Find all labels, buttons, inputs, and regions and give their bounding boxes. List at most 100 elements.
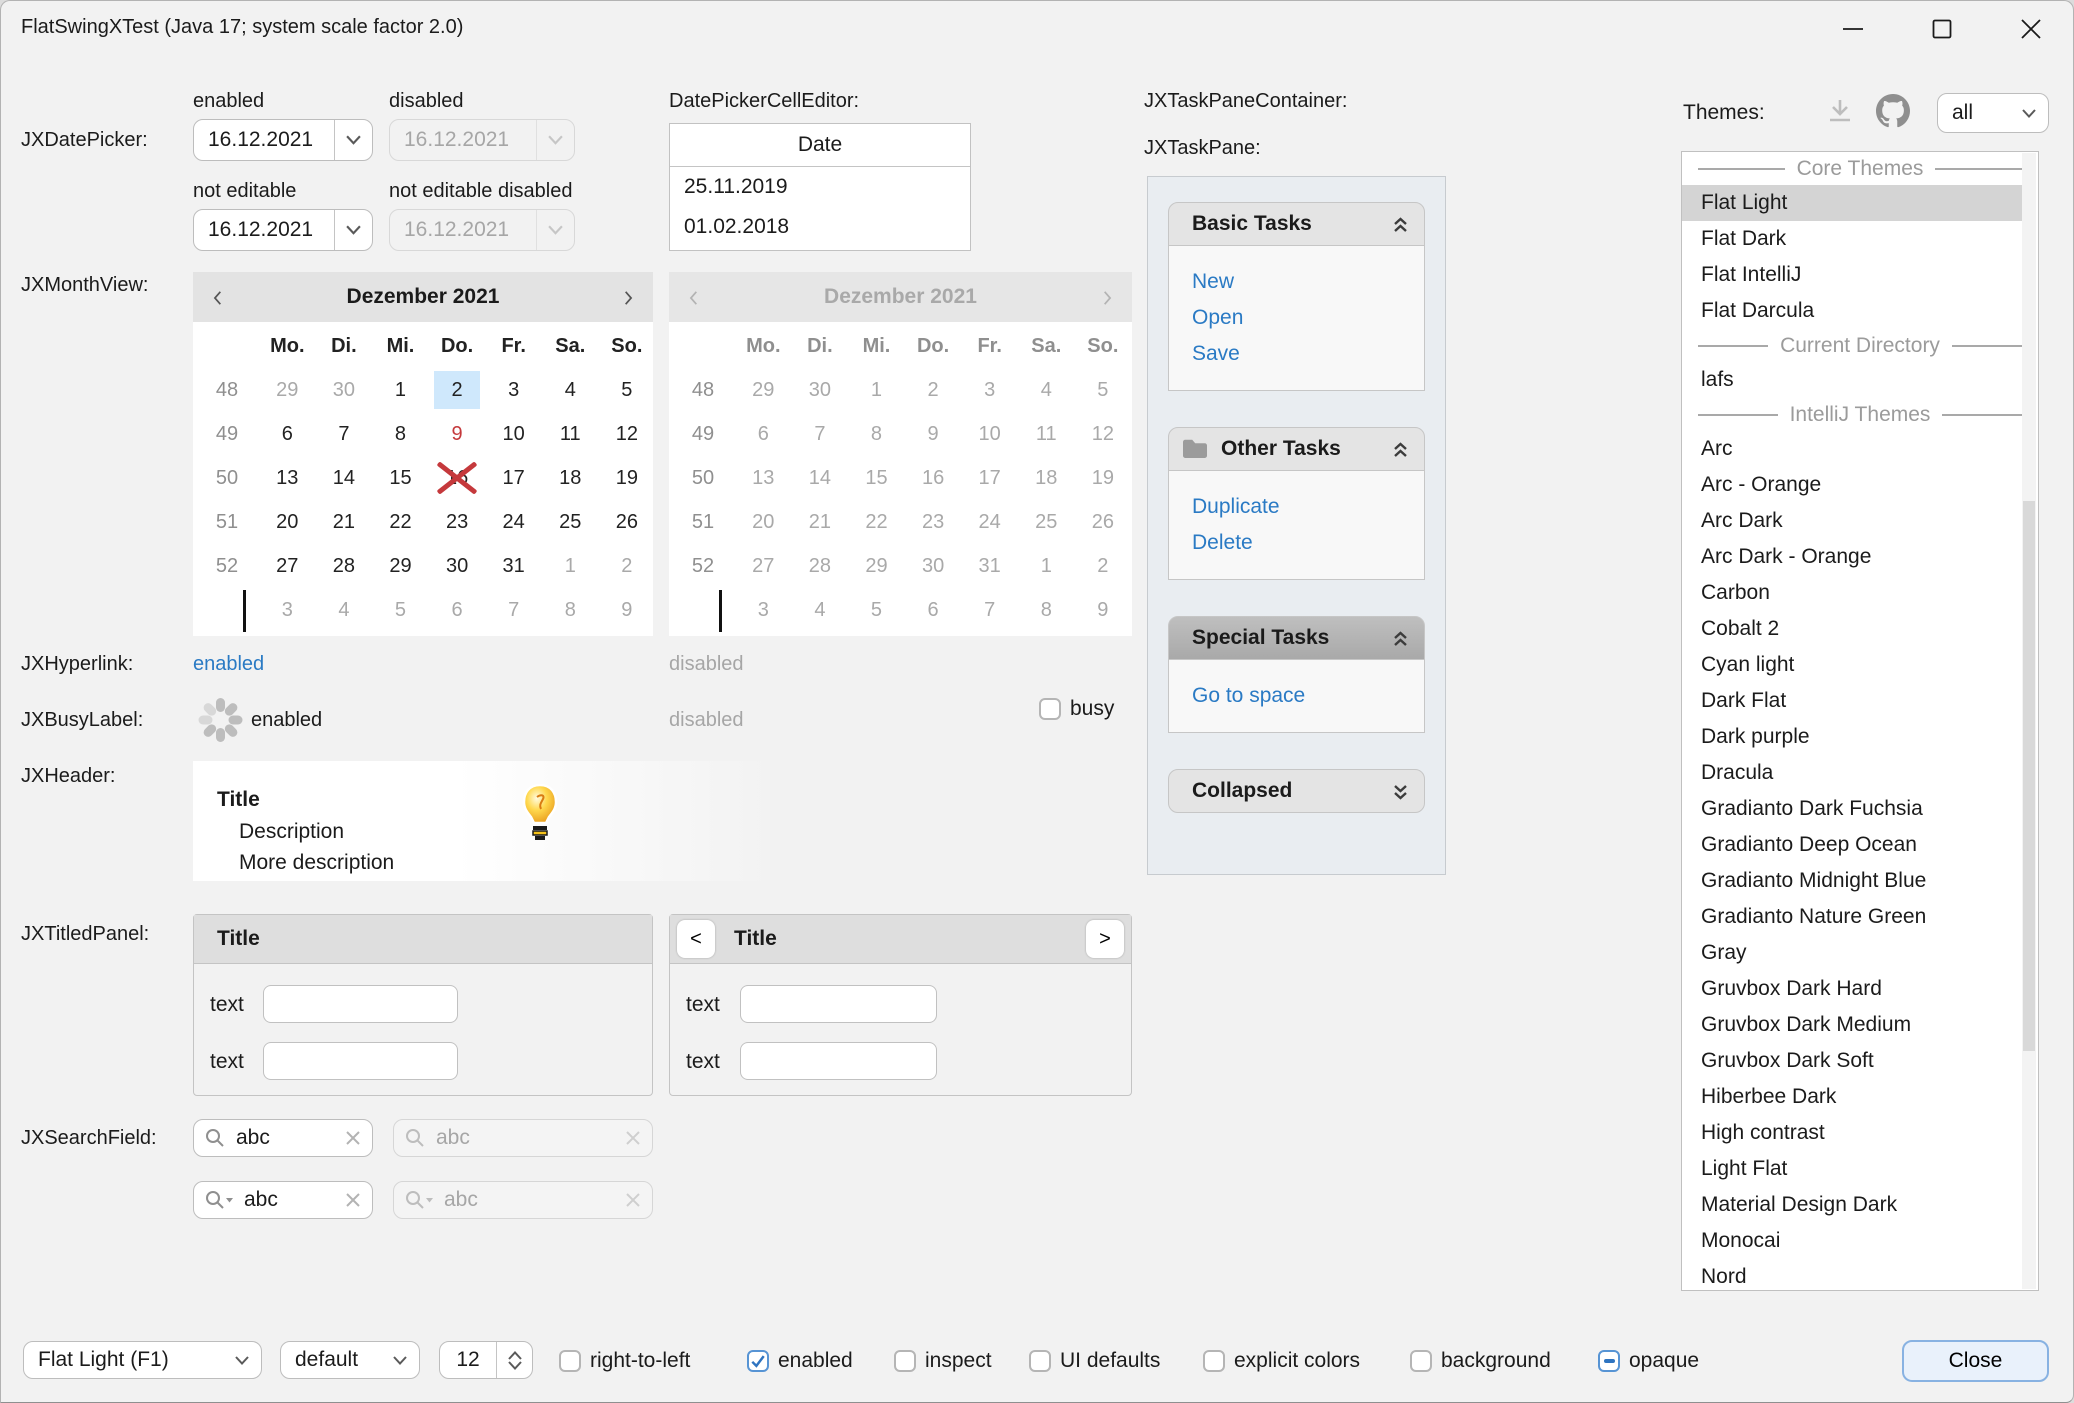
datepicker-dropdown-button[interactable] bbox=[334, 210, 372, 250]
prev-month-button[interactable] bbox=[205, 285, 231, 311]
theme-list-item[interactable]: Gruvbox Dark Soft bbox=[1682, 1043, 2038, 1079]
theme-list-item[interactable]: Gruvbox Dark Medium bbox=[1682, 1007, 2038, 1043]
checkbox-enabled-box[interactable] bbox=[747, 1350, 769, 1372]
theme-list-item[interactable]: Flat Darcula bbox=[1682, 293, 2038, 329]
style-combo[interactable]: default bbox=[280, 1341, 420, 1379]
spinner-buttons[interactable] bbox=[496, 1342, 532, 1378]
search-field[interactable]: abc bbox=[193, 1181, 373, 1219]
calendar-day[interactable]: 1 bbox=[542, 544, 599, 588]
clear-x-icon[interactable] bbox=[344, 1191, 362, 1209]
theme-list-item[interactable]: Flat IntelliJ bbox=[1682, 257, 2038, 293]
checkbox-ui-defaults[interactable]: UI defaults bbox=[1029, 1349, 1160, 1373]
theme-list-item[interactable]: Gradianto Deep Ocean bbox=[1682, 827, 2038, 863]
calendar-day[interactable]: 27 bbox=[259, 544, 316, 588]
task-link[interactable]: Go to space bbox=[1169, 678, 1424, 714]
theme-list-item[interactable]: Dark Flat bbox=[1682, 683, 2038, 719]
theme-list-item[interactable]: Cyan light bbox=[1682, 647, 2038, 683]
theme-list-item[interactable]: Flat Light bbox=[1682, 185, 2023, 221]
clear-x-icon[interactable] bbox=[344, 1129, 362, 1147]
calendar-day[interactable]: 24 bbox=[485, 500, 542, 544]
calendar-day[interactable]: 17 bbox=[485, 456, 542, 500]
datepicker-value[interactable]: 16.12.2021 bbox=[194, 218, 334, 242]
text-field[interactable] bbox=[263, 985, 458, 1023]
calendar-day[interactable]: 18 bbox=[542, 456, 599, 500]
github-button[interactable] bbox=[1869, 89, 1917, 133]
titled-panel-next-button[interactable]: > bbox=[1086, 920, 1124, 958]
theme-list-item[interactable]: Gradianto Dark Fuchsia bbox=[1682, 791, 2038, 827]
checkbox-inspect-box[interactable] bbox=[894, 1350, 916, 1372]
calendar-day[interactable]: 26 bbox=[599, 500, 656, 544]
titled-panel-prev-button[interactable]: < bbox=[677, 920, 715, 958]
search-value[interactable]: abc bbox=[244, 1188, 344, 1212]
download-themes-button[interactable] bbox=[1816, 89, 1864, 133]
taskpane-header[interactable]: Collapsed bbox=[1168, 769, 1425, 813]
calendar-day[interactable]: 4 bbox=[542, 368, 599, 412]
task-link[interactable]: Delete bbox=[1169, 525, 1424, 561]
checkbox-explicit-colors[interactable]: explicit colors bbox=[1203, 1349, 1360, 1373]
text-field[interactable] bbox=[740, 985, 937, 1023]
datepicker-dropdown-button[interactable] bbox=[334, 120, 372, 160]
checkbox-opaque-box[interactable] bbox=[1598, 1350, 1620, 1372]
calendar-day[interactable]: 19 bbox=[599, 456, 656, 500]
hyperlink-enabled[interactable]: enabled bbox=[193, 651, 264, 677]
calendar-day[interactable]: 8 bbox=[372, 412, 429, 456]
themes-list[interactable]: Core ThemesFlat LightFlat DarkFlat Intel… bbox=[1681, 151, 2039, 1291]
checkbox-right-to-left[interactable]: right-to-left bbox=[559, 1349, 690, 1373]
task-link[interactable]: Open bbox=[1169, 300, 1424, 336]
checkbox-opaque[interactable]: opaque bbox=[1598, 1349, 1699, 1373]
calendar-day[interactable]: 5 bbox=[372, 588, 429, 632]
theme-list-item[interactable]: Flat Dark bbox=[1682, 221, 2038, 257]
theme-list-item[interactable]: Dark purple bbox=[1682, 719, 2038, 755]
minimize-button[interactable] bbox=[1821, 9, 1885, 49]
theme-list-item[interactable]: Carbon bbox=[1682, 575, 2038, 611]
calendar-day[interactable]: 23 bbox=[429, 500, 486, 544]
calendar-day[interactable]: 30 bbox=[429, 544, 486, 588]
calendar-day[interactable]: 30 bbox=[316, 368, 373, 412]
checkbox-background-box[interactable] bbox=[1410, 1350, 1432, 1372]
scrollbar-thumb[interactable] bbox=[2023, 501, 2035, 1051]
date-table-row[interactable]: 25.11.2019 bbox=[670, 167, 970, 207]
date-table-row[interactable]: 01.02.2018 bbox=[670, 207, 970, 247]
checkbox-right-to-left-box[interactable] bbox=[559, 1350, 581, 1372]
calendar-day[interactable]: 31 bbox=[485, 544, 542, 588]
calendar-day[interactable]: 14 bbox=[316, 456, 373, 500]
calendar-day[interactable]: 3 bbox=[485, 368, 542, 412]
laf-combo[interactable]: Flat Light (F1) bbox=[23, 1341, 262, 1379]
calendar-day[interactable]: 4 bbox=[316, 588, 373, 632]
calendar-day[interactable]: 2 bbox=[429, 368, 486, 412]
maximize-button[interactable] bbox=[1910, 9, 1974, 49]
calendar-day[interactable]: 6 bbox=[429, 588, 486, 632]
checkbox-background[interactable]: background bbox=[1410, 1349, 1551, 1373]
theme-list-item[interactable]: Material Design Dark bbox=[1682, 1187, 2038, 1223]
theme-list-item[interactable]: Arc Dark - Orange bbox=[1682, 539, 2038, 575]
calendar-day[interactable]: 29 bbox=[372, 544, 429, 588]
calendar-day[interactable]: 2 bbox=[599, 544, 656, 588]
datepicker-value[interactable]: 16.12.2021 bbox=[194, 128, 334, 152]
theme-list-item[interactable]: Gray bbox=[1682, 935, 2038, 971]
theme-list-item[interactable]: Gradianto Midnight Blue bbox=[1682, 863, 2038, 899]
calendar-day[interactable]: 28 bbox=[316, 544, 373, 588]
datepicker-field[interactable]: 16.12.2021 bbox=[193, 209, 373, 251]
theme-list-item[interactable]: High contrast bbox=[1682, 1115, 2038, 1151]
calendar-day[interactable]: 13 bbox=[259, 456, 316, 500]
calendar-day[interactable]: 9 bbox=[599, 588, 656, 632]
calendar-day[interactable]: 25 bbox=[542, 500, 599, 544]
theme-list-item[interactable]: Hiberbee Dark bbox=[1682, 1079, 2038, 1115]
calendar-day[interactable]: 20 bbox=[259, 500, 316, 544]
calendar-day[interactable]: 21 bbox=[316, 500, 373, 544]
monthview-enabled[interactable]: Dezember 2021 Mo.Di.Mi.Do.Fr.Sa.So.48293… bbox=[193, 272, 653, 636]
checkbox-explicit-colors-box[interactable] bbox=[1203, 1350, 1225, 1372]
theme-list-item[interactable]: Arc - Orange bbox=[1682, 467, 2038, 503]
calendar-day[interactable]: 15 bbox=[372, 456, 429, 500]
scrollbar[interactable] bbox=[2022, 153, 2036, 1289]
search-field[interactable]: abc bbox=[193, 1119, 373, 1157]
taskpane-header[interactable]: Other Tasks bbox=[1168, 427, 1425, 471]
busy-checkbox[interactable]: busy bbox=[1039, 697, 1114, 721]
text-field[interactable] bbox=[263, 1042, 458, 1080]
calendar-day[interactable]: 9 bbox=[429, 412, 486, 456]
theme-list-item[interactable]: Cobalt 2 bbox=[1682, 611, 2038, 647]
close-window-button[interactable] bbox=[1998, 9, 2064, 49]
date-table[interactable]: Date 25.11.201901.02.2018 bbox=[669, 123, 971, 251]
calendar-day[interactable]: 7 bbox=[485, 588, 542, 632]
calendar-day[interactable]: 16 bbox=[429, 456, 486, 500]
